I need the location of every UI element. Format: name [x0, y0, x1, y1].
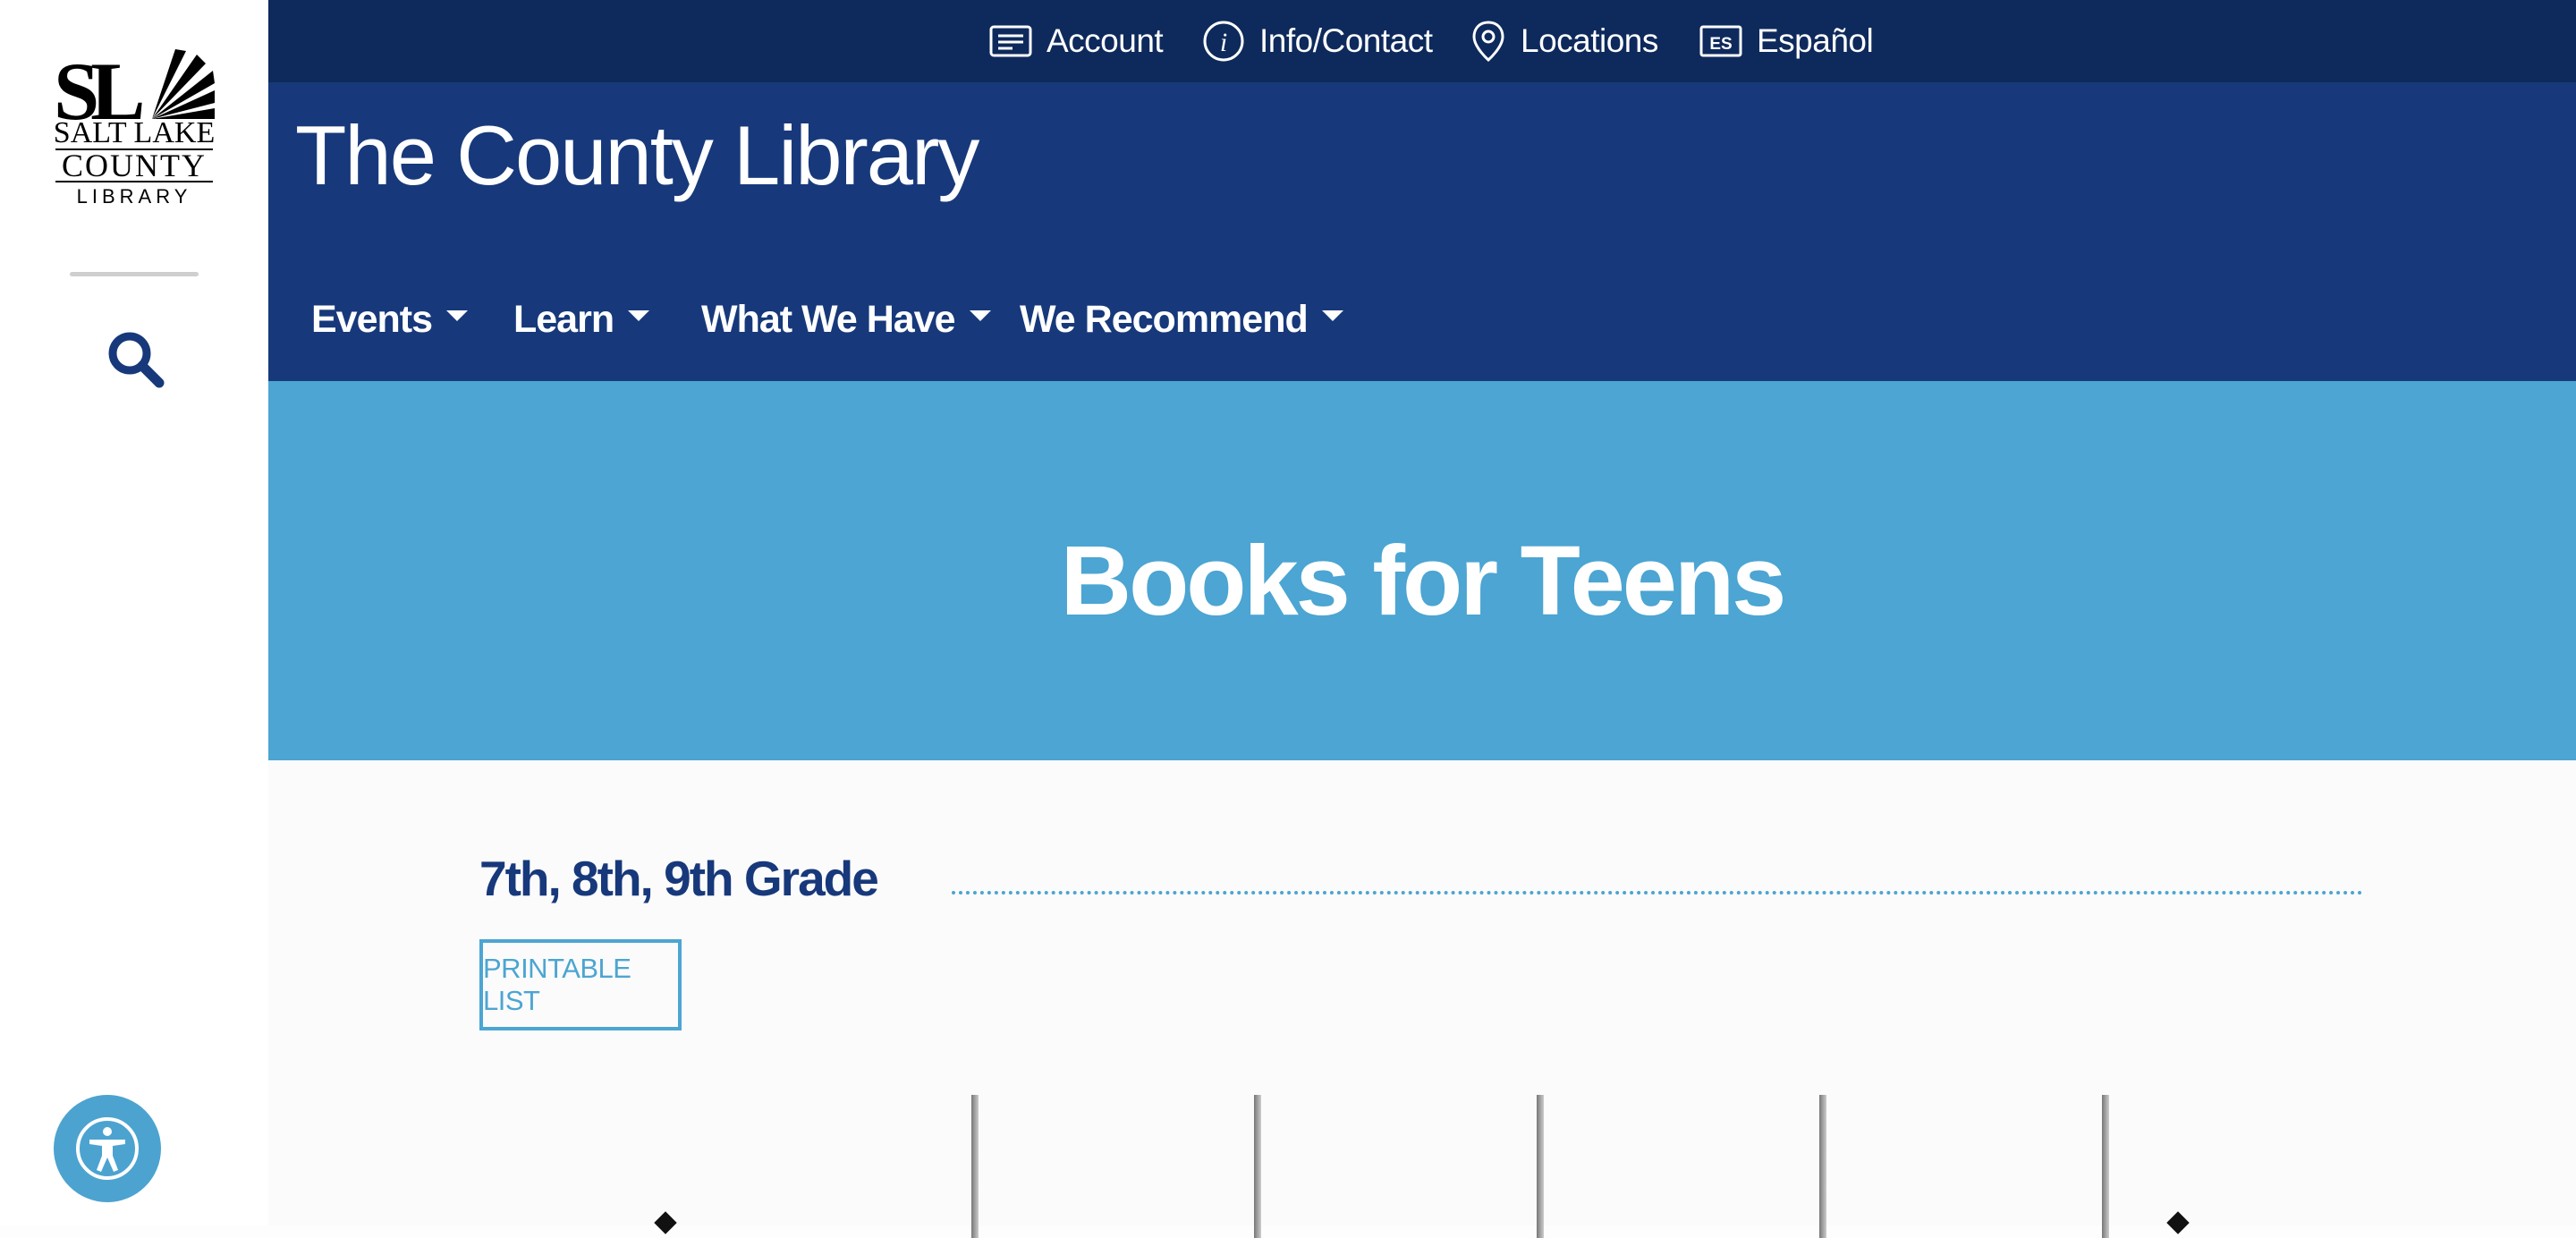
nav-what-we-have-label: What We Have — [701, 297, 955, 341]
carousel-next-arrow[interactable] — [2166, 1211, 2190, 1234]
nav-events-label: Events — [311, 297, 433, 341]
svg-text:i: i — [1220, 28, 1227, 57]
rail-divider — [70, 272, 199, 276]
utility-espanol-link[interactable]: ES Español — [1699, 0, 1874, 82]
left-rail: SL SALT LAKE COUNTY LIBRARY — [0, 0, 270, 1225]
logo-line-3: LIBRARY — [77, 185, 192, 206]
hero-banner: Books for Teens — [268, 381, 2576, 760]
book-cover-edge[interactable] — [971, 1095, 979, 1238]
book-cover-edge[interactable] — [1537, 1095, 1544, 1238]
section-heading: 7th, 8th, 9th Grade — [479, 851, 879, 906]
chevron-down-icon — [1321, 310, 1343, 321]
printable-list-button[interactable]: PRINTABLE LIST — [479, 939, 682, 1030]
es-badge-icon: ES — [1699, 25, 1742, 57]
nav-events[interactable]: Events — [311, 288, 469, 351]
logo-line-2: COUNTY — [62, 148, 207, 183]
chevron-down-icon — [969, 310, 991, 321]
main-content: 7th, 8th, 9th Grade PRINTABLE LIST — [268, 760, 2576, 1238]
site-header: The County Library Events Learn What We … — [268, 82, 2576, 381]
site-title[interactable]: The County Library — [295, 107, 979, 204]
nav-learn[interactable]: Learn — [513, 288, 650, 351]
nav-we-recommend-label: We Recommend — [1020, 297, 1309, 341]
search-icon[interactable] — [106, 329, 165, 388]
carousel-prev-arrow[interactable] — [654, 1211, 677, 1234]
book-cover-edge[interactable] — [2102, 1095, 2109, 1238]
account-card-icon — [989, 25, 1032, 57]
utility-info-link[interactable]: i Info/Contact — [1202, 0, 1433, 82]
salt-lake-county-library-logo[interactable]: SL SALT LAKE COUNTY LIBRARY — [54, 49, 215, 206]
map-pin-icon — [1472, 21, 1504, 62]
utility-locations-link[interactable]: Locations — [1470, 0, 1658, 82]
utility-account-link[interactable]: Account — [989, 0, 1164, 82]
utility-account-label: Account — [1046, 22, 1164, 59]
nav-we-recommend[interactable]: We Recommend — [1020, 288, 1343, 351]
chevron-down-icon — [446, 310, 469, 321]
accessibility-icon — [76, 1117, 139, 1180]
nav-what-we-have[interactable]: What We Have — [701, 288, 991, 351]
page-title: Books for Teens — [1060, 526, 1787, 636]
chevron-down-icon — [628, 310, 650, 321]
logo-line-1: SALT LAKE — [54, 116, 215, 149]
accessibility-button[interactable] — [54, 1095, 161, 1202]
utility-espanol-label: Español — [1757, 22, 1874, 59]
utility-locations-label: Locations — [1521, 22, 1658, 59]
dotted-divider — [952, 891, 2363, 895]
nav-learn-label: Learn — [513, 297, 614, 341]
es-badge-text: ES — [1709, 35, 1732, 54]
info-circle-icon: i — [1203, 21, 1244, 62]
book-cover-edge[interactable] — [1254, 1095, 1261, 1238]
utility-bar: Account i Info/Contact Locations ES Espa… — [268, 0, 2576, 82]
utility-info-label: Info/Contact — [1259, 22, 1433, 59]
book-cover-edge[interactable] — [1819, 1095, 1826, 1238]
